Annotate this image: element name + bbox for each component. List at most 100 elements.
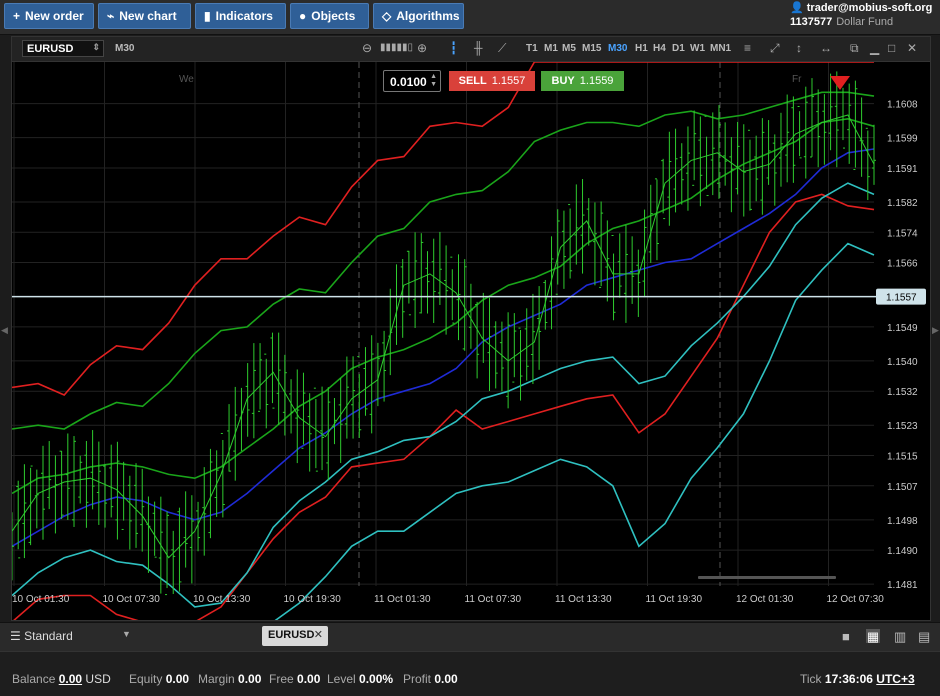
quantity-value: 0.0100 xyxy=(390,75,427,89)
x-tick-label: 11 Oct 13:30 xyxy=(555,594,612,605)
margin-label: Margin xyxy=(198,672,235,686)
price-chart[interactable]: 1.1608 1.1599 1.1591 1.1582 1.1574 1.1566 1.15… xyxy=(12,62,930,620)
tab-label: EURUSD xyxy=(268,629,315,641)
objects-button[interactable]: ● Objects xyxy=(290,3,369,29)
single-layout-icon[interactable]: ■ xyxy=(842,629,856,644)
sell-marker-icon xyxy=(830,76,850,90)
series-outer-band xyxy=(13,193,875,620)
y-tick-label: 1.1591 xyxy=(887,164,918,175)
timeframe-mn1[interactable]: MN1 xyxy=(710,43,731,54)
y-tick-label: 1.1582 xyxy=(887,198,918,209)
draw-line-icon[interactable]: ⤢ xyxy=(770,41,780,56)
left-collapse-icon[interactable]: ◀ xyxy=(1,325,8,336)
chart-icon: ⌁ xyxy=(107,9,115,23)
day-label: We xyxy=(179,74,194,85)
chart-header: EURUSD ⇕ M30 ⊖ ▮▮▮▮▮▯ ⊕ ┇ ╫ ⟋ ≡ ⤢ ↕ ↔ ⧉ ▁… xyxy=(12,37,930,62)
indicator-settings-icon[interactable]: ≡ xyxy=(744,41,751,55)
close-tab-icon[interactable]: ✕ xyxy=(314,628,323,641)
timeframe-t1[interactable]: T1 xyxy=(526,43,538,54)
y-tick-label: 1.1490 xyxy=(887,546,918,557)
timeframe-w1[interactable]: W1 xyxy=(690,43,705,54)
x-tick-label: 10 Oct 07:30 xyxy=(103,594,161,605)
timeframe-m5[interactable]: M5 xyxy=(562,43,576,54)
chart-tab-bar: ☰ Standard ▼ EURUSD ✕ ■ ▦ ▥ ▤ xyxy=(0,622,940,651)
equity: Equity 0.00 xyxy=(129,672,189,686)
y-tick-label: 1.1515 xyxy=(887,452,918,463)
series-inner-band xyxy=(12,117,875,495)
day-label: Fr xyxy=(792,74,802,85)
close-icon[interactable]: ✕ xyxy=(907,41,917,55)
zoom-out-icon[interactable]: ⊖ xyxy=(362,41,372,55)
free: Free 0.00 xyxy=(269,672,320,686)
grid-layout-icon[interactable]: ▦ xyxy=(866,629,880,644)
menu-icon: ☰ xyxy=(10,629,21,643)
vertical-resize-icon[interactable]: ↕ xyxy=(796,41,802,55)
y-tick-label: 1.1608 xyxy=(887,100,918,111)
buy-button[interactable]: BUY 1.1559 xyxy=(541,71,624,91)
timezone-select[interactable]: UTC+3 xyxy=(876,672,914,686)
margin: Margin 0.00 xyxy=(198,672,261,686)
rows-layout-icon[interactable]: ▤ xyxy=(918,629,932,644)
y-tick-label: 1.1574 xyxy=(887,228,918,239)
account-panel[interactable]: 👤 trader@mobius-soft.org 1137577 Dollar F… xyxy=(790,1,936,28)
zoom-slider[interactable]: ▮▮▮▮▮▯ xyxy=(380,42,413,53)
maximize-icon[interactable]: □ xyxy=(888,41,895,55)
quantity-input[interactable]: 0.0100 ▲ ▼ xyxy=(383,70,441,92)
timeframe-m15[interactable]: M15 xyxy=(582,43,601,54)
new-chart-button[interactable]: ⌁ New chart xyxy=(98,3,191,29)
y-tick-label: 1.1549 xyxy=(887,323,918,334)
y-tick-label: 1.1481 xyxy=(887,580,918,591)
bars-icon: ▮ xyxy=(204,9,211,23)
indicators-button[interactable]: ▮ Indicators xyxy=(195,3,286,29)
y-tick-label: 1.1507 xyxy=(887,482,918,493)
profit-label: Profit xyxy=(403,672,432,686)
buy-price: 1.1559 xyxy=(579,75,614,87)
plus-icon: + xyxy=(13,9,21,23)
timeframe-h4[interactable]: H4 xyxy=(653,43,666,54)
account-fund: Dollar Fund xyxy=(836,16,894,28)
series-inner-band xyxy=(12,91,875,430)
y-tick-label: 1.1599 xyxy=(887,134,918,145)
sell-price: 1.1557 xyxy=(491,75,526,87)
algorithms-label: Algorithms xyxy=(396,9,460,23)
tab-eurusd[interactable]: EURUSD ✕ xyxy=(262,626,328,646)
detach-icon[interactable]: ⧉ xyxy=(850,41,859,56)
minimize-icon[interactable]: ▁ xyxy=(870,41,879,55)
timeframe-d1[interactable]: D1 xyxy=(672,43,685,54)
timeframe-m1[interactable]: M1 xyxy=(544,43,558,54)
x-tick-label: 11 Oct 19:30 xyxy=(646,594,703,605)
status-bar: Balance 0.00 USD Equity 0.00 Margin 0.00… xyxy=(0,651,940,696)
columns-layout-icon[interactable]: ▥ xyxy=(894,629,908,644)
top-toolbar: + New order ⌁ New chart ▮ Indicators ● Objec… xyxy=(0,0,940,35)
balance-label: Balance xyxy=(12,672,56,686)
x-tick-label: 10 Oct 13:30 xyxy=(193,594,251,605)
free-value: 0.00 xyxy=(297,672,321,686)
x-tick-label: 10 Oct 01:30 xyxy=(12,594,70,605)
horizontal-scrollbar[interactable] xyxy=(698,576,836,579)
timeframe-m30[interactable]: M30 xyxy=(608,43,627,54)
zoom-in-icon[interactable]: ⊕ xyxy=(417,41,427,55)
x-tick-label: 11 Oct 01:30 xyxy=(374,594,431,605)
level: Level 0.00% xyxy=(327,672,393,686)
bar-chart-type-icon[interactable]: ┇ xyxy=(450,41,457,55)
equity-label: Equity xyxy=(129,672,163,686)
algorithms-button[interactable]: ◇ Algorithms xyxy=(373,3,464,29)
level-value: 0.00% xyxy=(359,672,394,686)
candle-chart-type-icon[interactable]: ╫ xyxy=(474,41,483,55)
symbol-select[interactable]: EURUSD ⇕ xyxy=(22,40,104,57)
diamond-icon: ◇ xyxy=(382,9,392,23)
layout-select[interactable]: ☰ Standard ▼ xyxy=(10,629,131,643)
new-order-button[interactable]: + New order xyxy=(4,3,94,29)
right-collapse-icon[interactable]: ▶ xyxy=(932,325,939,336)
horizontal-resize-icon[interactable]: ↔ xyxy=(820,41,832,55)
series-price xyxy=(12,114,875,559)
y-tick-label: 1.1566 xyxy=(887,259,918,270)
timeframe-h1[interactable]: H1 xyxy=(635,43,648,54)
stepper-icon[interactable]: ▲ ▼ xyxy=(430,73,437,89)
new-order-label: New order xyxy=(25,9,84,23)
line-chart-type-icon[interactable]: ⟋ xyxy=(498,41,506,56)
balance-value[interactable]: 0.00 xyxy=(59,672,82,686)
chevron-down-icon: ▼ xyxy=(122,629,131,639)
sell-button[interactable]: SELL 1.1557 xyxy=(449,71,535,91)
account-user: trader@mobius-soft.org xyxy=(806,2,933,14)
